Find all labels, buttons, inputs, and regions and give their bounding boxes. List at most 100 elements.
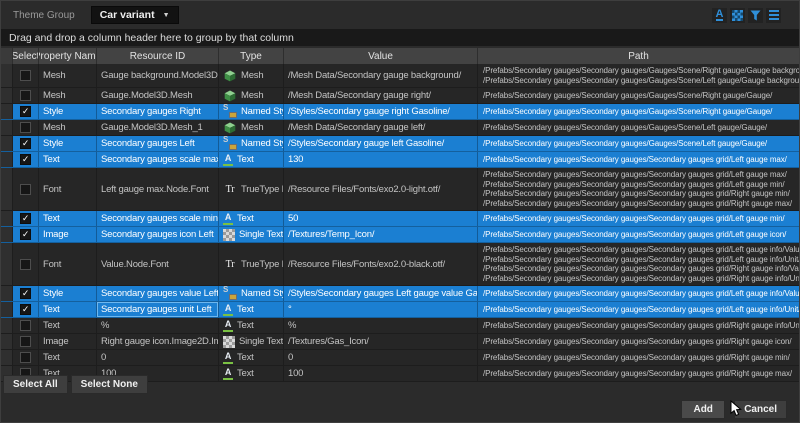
texture-icon[interactable] (730, 8, 745, 23)
property-cell: Style (39, 104, 97, 119)
column-header-property-name[interactable]: Property Name (39, 48, 97, 64)
table-row[interactable]: FontLeft gauge max.Node.FontTrTrueType F… (1, 168, 799, 211)
font-icon[interactable]: A (712, 8, 727, 23)
row-checkbox[interactable]: ✓ (20, 138, 31, 149)
column-header-type[interactable]: Type (219, 48, 284, 64)
path-line: /Prefabs/Secondary gauges/Secondary gaug… (483, 107, 772, 117)
table-row[interactable]: ✓TextSecondary gauges unit LeftAText°/Pr… (1, 302, 799, 318)
row-checkbox[interactable] (20, 320, 31, 331)
row-checkbox[interactable]: ✓ (20, 106, 31, 117)
type-label: Mesh (241, 70, 263, 81)
row-checkbox[interactable] (20, 259, 31, 270)
row-gutter (1, 88, 13, 103)
path-cell: /Prefabs/Secondary gauges/Secondary gaug… (478, 286, 799, 301)
table-row[interactable]: ✓TextSecondary gauges scale max LeftATex… (1, 152, 799, 168)
table-row[interactable]: MeshGauge.Model3D.MeshMesh/Mesh Data/Sec… (1, 88, 799, 104)
row-checkbox[interactable] (20, 336, 31, 347)
theme-group-dropdown[interactable]: Car variant ▼ (91, 6, 179, 24)
row-checkbox[interactable] (20, 70, 31, 81)
filter-icon[interactable] (748, 8, 763, 23)
row-checkbox[interactable]: ✓ (20, 229, 31, 240)
path-line: /Prefabs/Secondary gauges/Secondary gaug… (483, 189, 790, 199)
value-cell: /Styles/Secondary gauges Left gauge valu… (284, 286, 478, 301)
table-row[interactable]: ✓StyleSecondary gauges LeftSNamed Style/… (1, 136, 799, 152)
column-header-resource-id[interactable]: Resource ID (97, 48, 219, 64)
row-gutter (1, 152, 13, 167)
resource-id-cell: Secondary gauges value Left (97, 286, 219, 301)
select-none-button[interactable]: Select None (71, 375, 148, 394)
select-cell (13, 318, 39, 333)
row-checkbox[interactable]: ✓ (20, 288, 31, 299)
type-cell: Single Texture (219, 227, 284, 242)
type-cell: Mesh (219, 88, 284, 103)
value-cell: 100 (284, 366, 478, 381)
select-cell: ✓ (13, 227, 39, 242)
add-button[interactable]: Add (681, 400, 725, 419)
table-row[interactable]: FontValue.Node.FontTrTrueType Font/Resou… (1, 243, 799, 286)
table-row[interactable]: ✓TextSecondary gauges scale min LeftATex… (1, 211, 799, 227)
row-checkbox[interactable]: ✓ (20, 304, 31, 315)
text-icon: A (223, 304, 233, 316)
path-line: /Prefabs/Secondary gauges/Secondary gaug… (483, 66, 799, 76)
value-cell: 50 (284, 211, 478, 226)
table-row[interactable]: ✓StyleSecondary gauges RightSNamed Style… (1, 104, 799, 120)
column-header-select[interactable]: Select (13, 48, 39, 64)
path-cell: /Prefabs/Secondary gauges/Secondary gaug… (478, 88, 799, 103)
truetype-font-icon: Tr (223, 258, 237, 271)
table-row[interactable]: ImageRight gauge icon.Image2D.ImageSingl… (1, 334, 799, 350)
select-cell (13, 350, 39, 365)
property-cell: Font (39, 168, 97, 210)
select-all-button[interactable]: Select All (3, 375, 68, 394)
select-cell: ✓ (13, 211, 39, 226)
value-cell: /Resource Files/Fonts/exo2.0-black.otf/ (284, 243, 478, 285)
mesh-icon (223, 121, 237, 134)
resource-id-cell: % (97, 318, 219, 333)
value-cell: /Mesh Data/Secondary gauge right/ (284, 88, 478, 103)
property-cell: Style (39, 136, 97, 151)
type-cell: AText (219, 318, 284, 333)
column-header-path[interactable]: Path (478, 48, 799, 64)
row-checkbox[interactable]: ✓ (20, 154, 31, 165)
path-line: /Prefabs/Secondary gauges/Secondary gaug… (483, 91, 772, 101)
group-by-bar[interactable]: Drag and drop a column header here to gr… (1, 29, 799, 46)
table-row[interactable]: MeshGauge background.Model3D.MeshMesh/Me… (1, 64, 799, 88)
chevron-down-icon: ▼ (163, 12, 170, 19)
resource-id-cell: 0 (97, 350, 219, 365)
select-cell: ✓ (13, 152, 39, 167)
row-checkbox[interactable] (20, 122, 31, 133)
path-line: /Prefabs/Secondary gauges/Secondary gaug… (483, 255, 799, 265)
resource-mapping-dialog: Theme Group Car variant ▼ A Drag and dro… (0, 0, 800, 423)
row-checkbox[interactable] (20, 90, 31, 101)
table-row[interactable]: ✓StyleSecondary gauges value LeftSNamed … (1, 286, 799, 302)
row-checkbox[interactable] (20, 352, 31, 363)
column-header-value[interactable]: Value (284, 48, 478, 64)
path-line: /Prefabs/Secondary gauges/Secondary gaug… (483, 170, 787, 180)
cancel-button[interactable]: Cancel (734, 400, 787, 419)
resource-id-cell: Secondary gauges scale min Left (97, 211, 219, 226)
named-style-icon: S (223, 137, 237, 150)
type-cell: Mesh (219, 120, 284, 135)
type-label: Mesh (241, 122, 263, 133)
value-cell: % (284, 318, 478, 333)
property-cell: Text (39, 318, 97, 333)
row-checkbox[interactable]: ✓ (20, 213, 31, 224)
theme-group-label: Theme Group (13, 10, 75, 21)
type-label: Text (237, 154, 254, 165)
path-cell: /Prefabs/Secondary gauges/Secondary gaug… (478, 318, 799, 333)
path-line: /Prefabs/Secondary gauges/Secondary gaug… (483, 230, 786, 240)
path-cell: /Prefabs/Secondary gauges/Secondary gaug… (478, 334, 799, 349)
row-checkbox[interactable] (20, 184, 31, 195)
table-row[interactable]: Text%AText%/Prefabs/Secondary gauges/Sec… (1, 318, 799, 334)
path-cell: /Prefabs/Secondary gauges/Secondary gaug… (478, 302, 799, 317)
list-icon[interactable] (766, 8, 781, 23)
table-row[interactable]: Text0AText0/Prefabs/Secondary gauges/Sec… (1, 350, 799, 366)
named-style-icon: S (223, 287, 237, 300)
property-cell: Text (39, 152, 97, 167)
mesh-icon (223, 89, 237, 102)
type-label: Text (237, 304, 254, 315)
resource-id-cell: Gauge.Model3D.Mesh_1 (97, 120, 219, 135)
single-texture-icon (223, 336, 235, 348)
type-label: TrueType Font (241, 259, 284, 270)
table-row[interactable]: MeshGauge.Model3D.Mesh_1Mesh/Mesh Data/S… (1, 120, 799, 136)
table-row[interactable]: ✓ImageSecondary gauges icon LeftSingle T… (1, 227, 799, 243)
